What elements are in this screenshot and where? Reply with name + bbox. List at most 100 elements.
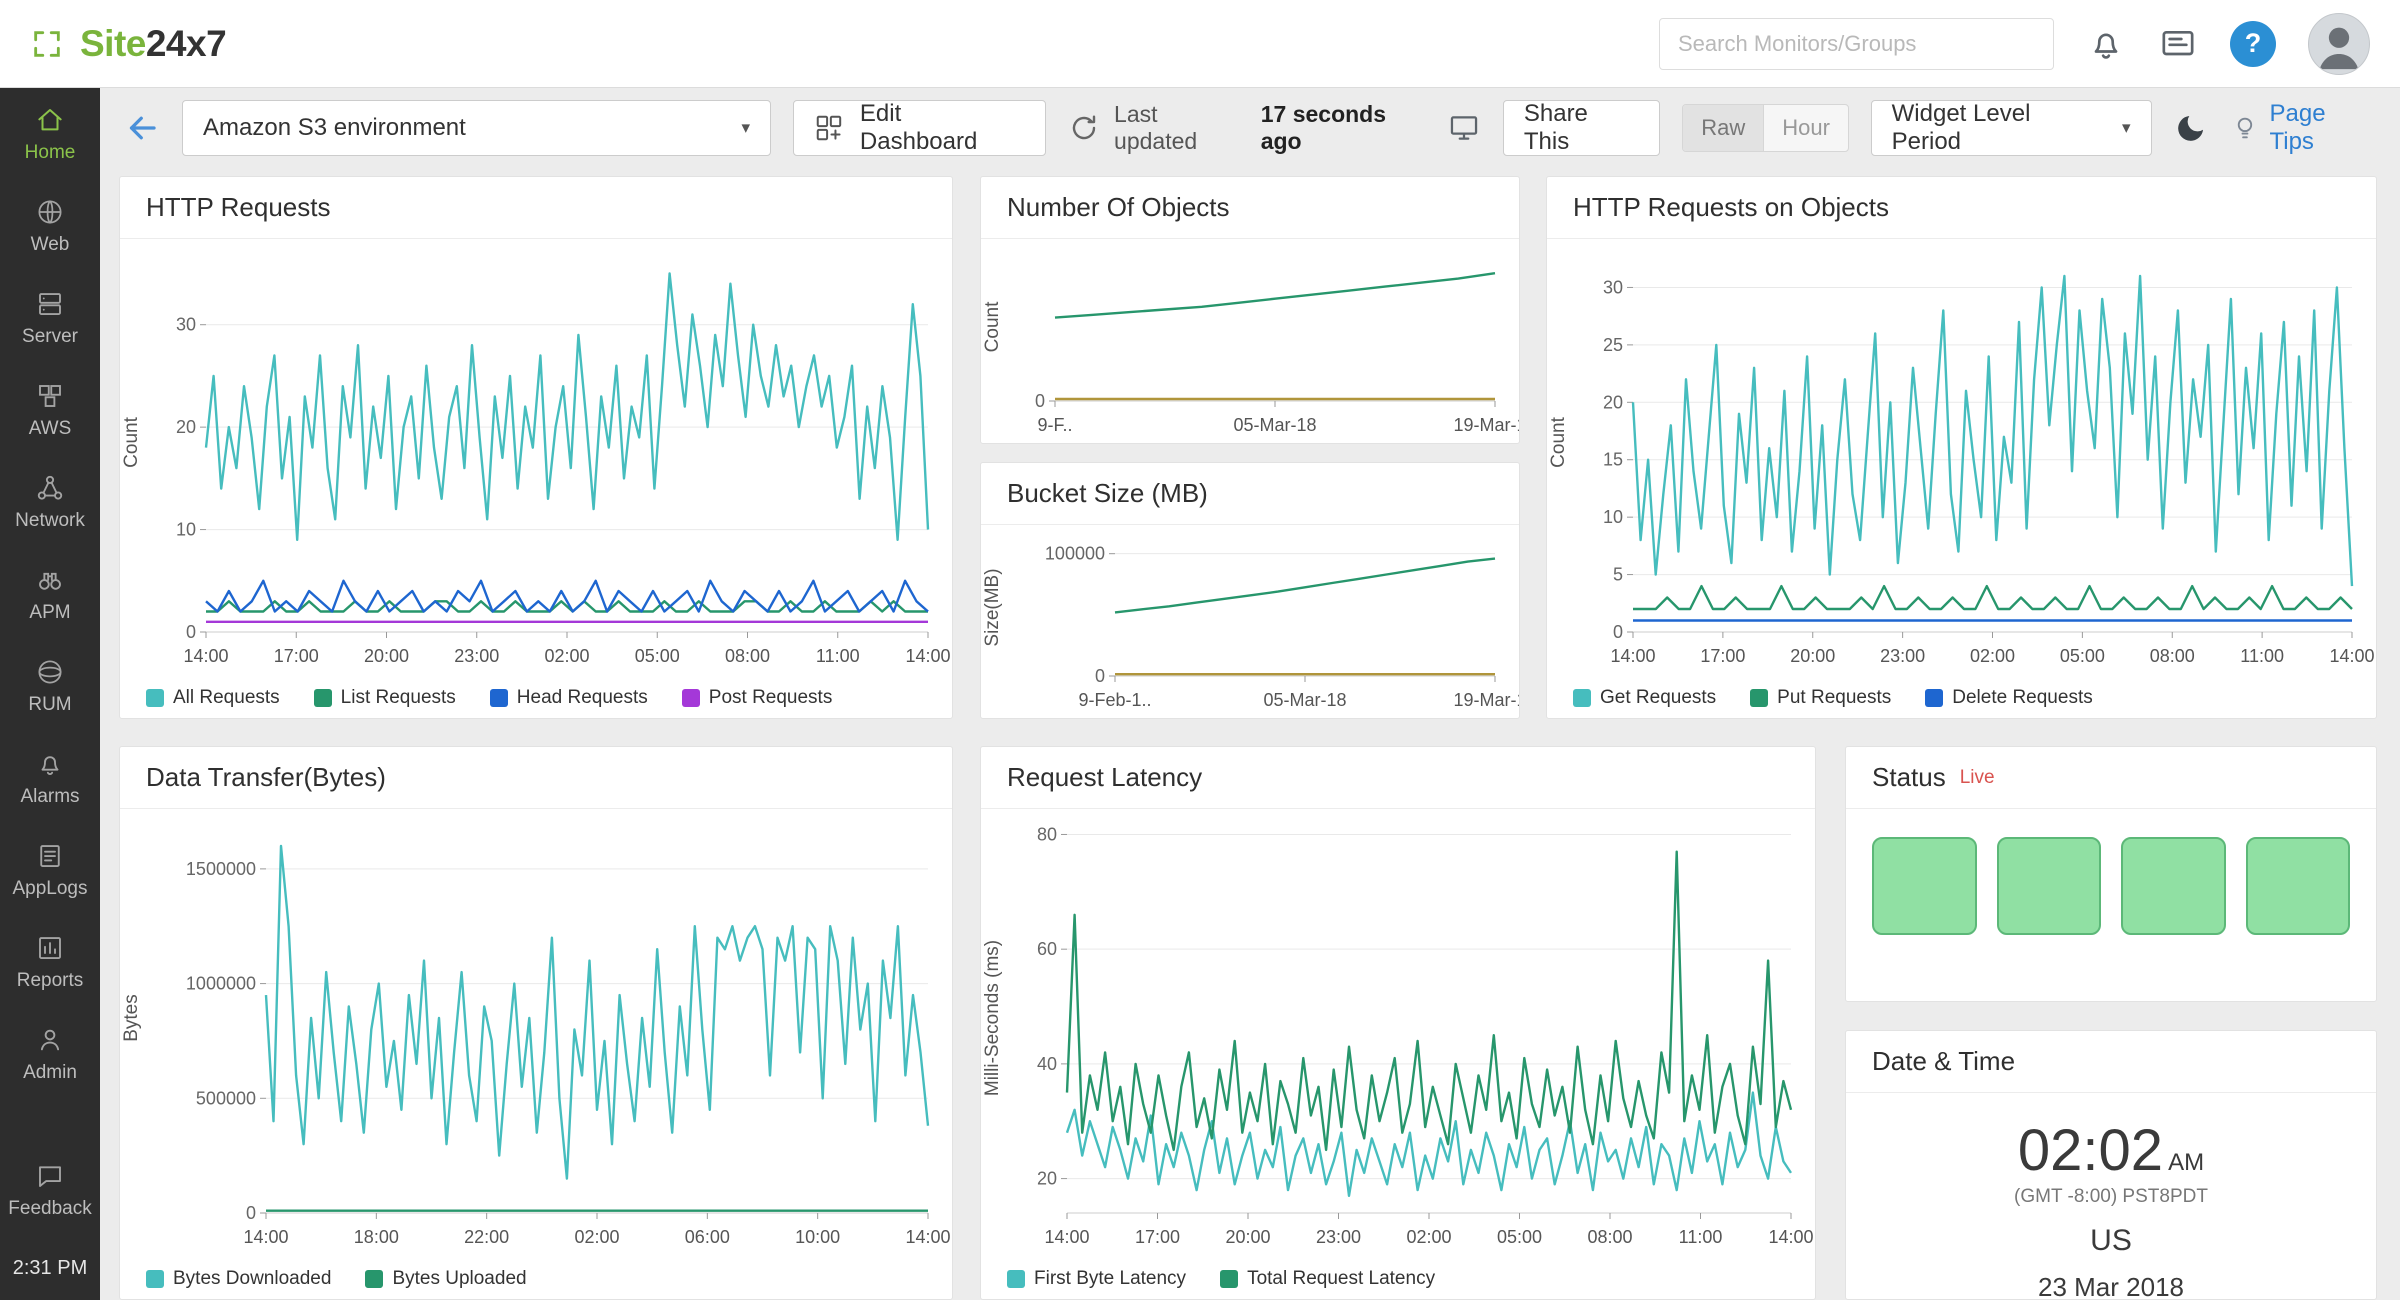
legend-item[interactable]: List Requests [314,687,456,709]
svg-text:14:00: 14:00 [1768,1227,1813,1247]
search-input[interactable] [1659,18,2054,70]
chart-legend: First Byte Latency Total Request Latency [981,1257,1815,1300]
sidebar-item-admin[interactable]: Admin [0,1008,100,1100]
status-monitor-tile[interactable] [2121,837,2226,935]
svg-text:10: 10 [176,520,196,540]
dashboard-content: HTTP Requests 010203014:0017:0020:0023:0… [100,168,2400,1300]
svg-text:80: 80 [1037,824,1057,844]
legend-item[interactable]: Head Requests [490,687,648,709]
reports-icon [35,933,65,963]
legend-item[interactable]: All Requests [146,687,280,709]
svg-text:05-Mar-18: 05-Mar-18 [1263,690,1346,710]
legend-item[interactable]: Delete Requests [1925,687,2092,709]
svg-text:Milli-Seconds (ms): Milli-Seconds (ms) [982,940,1003,1096]
edit-dashboard-button[interactable]: Edit Dashboard [793,100,1046,156]
widget-level-period-select[interactable]: Widget Level Period ▾ [1871,100,2152,156]
sidebar-item-rum[interactable]: RUM [0,640,100,732]
legend-item[interactable]: First Byte Latency [1007,1268,1186,1290]
panel-request-latency: Request Latency 2040608014:0017:0020:002… [980,746,1816,1300]
svg-text:05-Mar-18: 05-Mar-18 [1233,415,1316,435]
svg-text:Count: Count [1548,416,1569,467]
svg-text:25: 25 [1603,335,1623,355]
legend-swatch [490,689,508,707]
sidebar-item-network[interactable]: Network [0,456,100,548]
legend-item[interactable]: Bytes Uploaded [365,1268,526,1290]
svg-text:14:00: 14:00 [2329,646,2374,666]
svg-text:11:00: 11:00 [1679,1227,1723,1247]
legend-item[interactable]: Get Requests [1573,687,1716,709]
sidebar-clock: 2:31 PM [0,1236,100,1300]
svg-text:30: 30 [176,315,196,335]
sidebar-item-server[interactable]: Server [0,272,100,364]
sidebar-item-feedback[interactable]: Feedback [0,1144,100,1236]
status-monitor-tile[interactable] [1872,837,1977,935]
status-monitor-tile[interactable] [1997,837,2102,935]
svg-text:20:00: 20:00 [1225,1227,1270,1247]
aws-icon [35,381,65,411]
sidebar-item-web[interactable]: Web [0,180,100,272]
chevron-down-icon: ▾ [2122,118,2131,138]
sidebar-item-label: Server [22,326,78,348]
svg-text:0: 0 [246,1203,256,1223]
help-icon[interactable]: ? [2230,21,2276,67]
sidebar-item-applogs[interactable]: AppLogs [0,824,100,916]
status-tiles [1846,809,2376,963]
last-updated-value: 17 seconds ago [1261,101,1433,155]
share-this-label: Share This [1524,100,1639,156]
svg-text:02:00: 02:00 [1406,1227,1451,1247]
panel-http-requests: HTTP Requests 010203014:0017:0020:0023:0… [119,176,953,719]
hour-toggle-option[interactable]: Hour [1764,105,1848,151]
sidebar-item-apm[interactable]: APM [0,548,100,640]
bell-icon [35,749,65,779]
svg-text:23:00: 23:00 [454,646,499,666]
svg-text:500000: 500000 [196,1088,256,1108]
svg-text:02:00: 02:00 [1970,646,2015,666]
panel-title: Status Live [1846,747,2376,809]
panel-data-transfer: Data Transfer(Bytes) 0500000100000015000… [119,746,953,1300]
present-screen-icon[interactable] [1447,111,1481,145]
sidebar-item-aws[interactable]: AWS [0,364,100,456]
svg-text:10:00: 10:00 [795,1227,840,1247]
share-this-button[interactable]: Share This [1503,100,1660,156]
legend-swatch [1007,1270,1025,1288]
svg-text:19-Mar-18: 19-Mar-18 [1453,690,1519,710]
panel-number-of-objects: Number Of Objects 09-F..05-Mar-1819-Mar-… [980,176,1520,444]
svg-text:14:00: 14:00 [183,646,228,666]
page-tips-label: Page Tips [2269,100,2376,156]
svg-text:Size(MB): Size(MB) [982,568,1003,646]
time-value: 02:02 [2018,1117,2163,1184]
legend-swatch [1573,689,1591,707]
svg-text:19-Mar-18: 19-Mar-18 [1453,415,1519,435]
legend-item[interactable]: Bytes Downloaded [146,1268,331,1290]
svg-text:40: 40 [1037,1054,1057,1074]
notifications-bell-icon[interactable] [2086,24,2126,64]
announcements-icon[interactable] [2158,24,2198,64]
back-arrow-icon[interactable] [124,110,160,146]
panel-title: HTTP Requests [120,177,952,239]
legend-item[interactable]: Put Requests [1750,687,1891,709]
page-tips-button[interactable]: Page Tips [2230,100,2376,156]
legend-item[interactable]: Total Request Latency [1220,1268,1435,1290]
user-avatar[interactable] [2308,13,2370,75]
sidebar-item-label: Alarms [20,786,79,808]
expand-icon[interactable] [30,27,64,61]
dashboard-select[interactable]: Amazon S3 environment ▾ [182,100,771,156]
sidebar-item-alarms[interactable]: Alarms [0,732,100,824]
legend-item[interactable]: Post Requests [682,687,833,709]
legend-label: Total Request Latency [1247,1268,1435,1290]
svg-text:0: 0 [1035,391,1045,411]
logo-green-part: Site [80,23,146,64]
date-time-body: 02:02 AM (GMT -8:00) PST8PDT US 23 Mar 2… [1846,1093,2376,1300]
sidebar-item-reports[interactable]: Reports [0,916,100,1008]
sidebar-item-home[interactable]: Home [0,88,100,180]
legend-label: Get Requests [1600,687,1716,709]
svg-text:02:00: 02:00 [544,646,589,666]
status-monitor-tile[interactable] [2246,837,2351,935]
last-updated: Last updated 17 seconds ago [1068,101,1481,155]
refresh-icon[interactable] [1068,112,1100,144]
panel-bucket-size: Bucket Size (MB) 01000009-Feb-1..05-Mar-… [980,462,1520,719]
raw-toggle-option[interactable]: Raw [1683,105,1764,151]
applogs-icon [35,841,65,871]
legend-swatch [682,689,700,707]
dark-mode-moon-icon[interactable] [2174,111,2208,145]
